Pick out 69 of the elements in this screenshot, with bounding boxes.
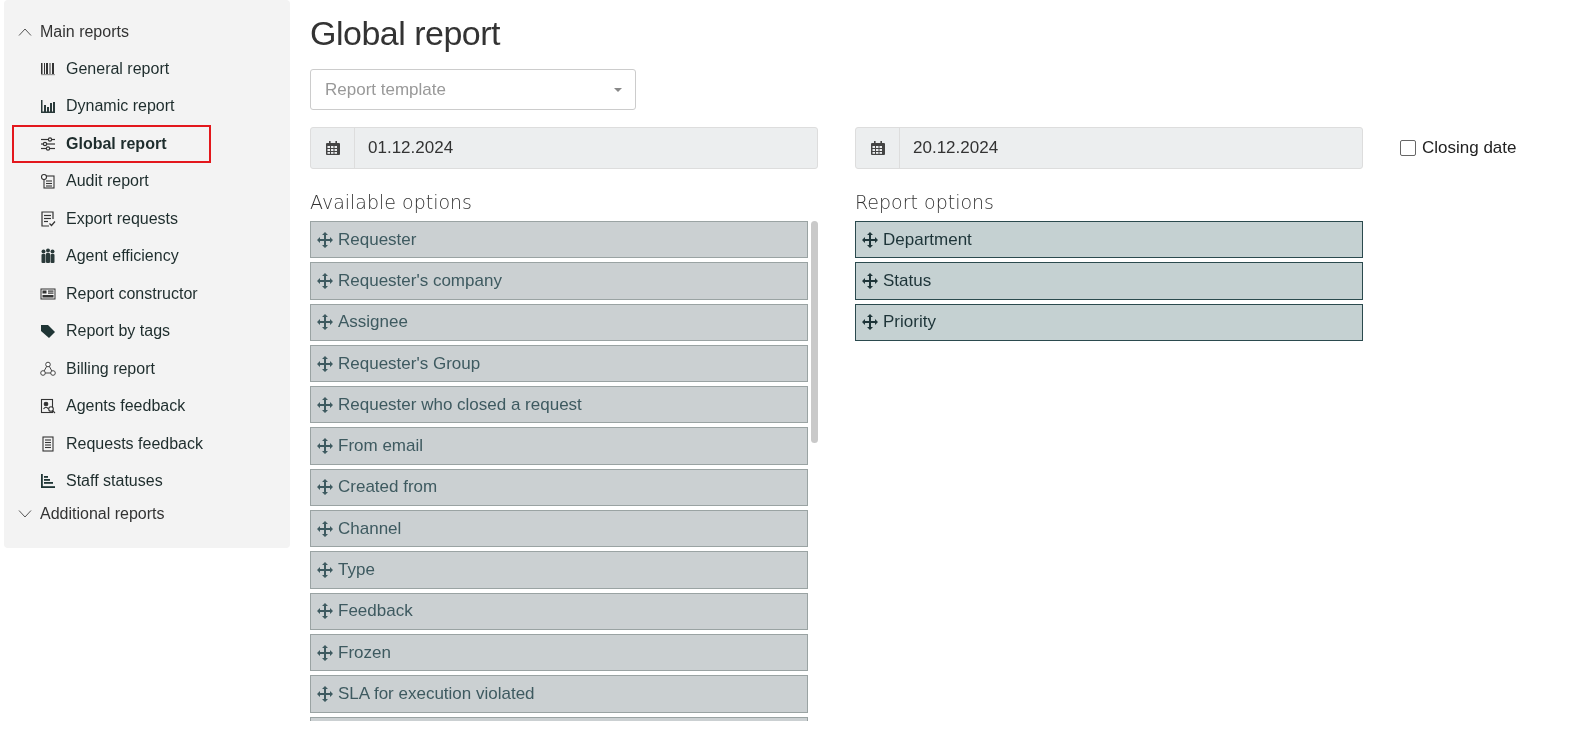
section-header[interactable]: Main reports <box>4 18 290 46</box>
move-icon <box>862 314 878 331</box>
chevron-up-icon <box>18 28 32 36</box>
sidebar-item[interactable]: Report constructor <box>12 275 210 313</box>
move-icon <box>317 479 333 496</box>
sidebar-item[interactable]: Dynamic report <box>12 87 210 125</box>
sidebar-item[interactable]: Export requests <box>12 200 210 238</box>
draggable-option[interactable]: Assignee <box>310 303 808 341</box>
section-heading: Available options <box>310 191 474 213</box>
draggable-option[interactable]: Frozen <box>310 633 808 672</box>
checkbox[interactable] <box>1400 140 1416 156</box>
caret-icon <box>614 87 622 92</box>
date-field[interactable]: 20.12.2024 <box>855 127 1363 169</box>
move-icon <box>317 355 333 372</box>
draggable-option[interactable]: Priority <box>855 303 1363 341</box>
scrollbar[interactable] <box>811 221 818 443</box>
grid-icon <box>40 285 56 302</box>
sidebar-item[interactable]: Staff statuses <box>12 462 210 500</box>
sidebar-item[interactable]: Requests feedback <box>12 425 210 463</box>
sidebar-item[interactable]: Global report <box>12 125 211 163</box>
move-icon <box>317 603 333 620</box>
page-title: Global report <box>310 14 502 53</box>
move-icon <box>317 685 333 702</box>
people-icon <box>40 248 56 265</box>
draggable-option[interactable]: Channel <box>310 510 808 548</box>
sliders-icon <box>40 135 56 152</box>
draggable-option[interactable]: Requester's company <box>310 262 808 300</box>
barcode-icon <box>40 60 56 77</box>
move-icon <box>862 231 878 248</box>
section-heading: Report options <box>855 191 995 213</box>
move-icon <box>317 644 333 661</box>
sidebar-item[interactable]: Report by tags <box>12 312 210 350</box>
move-icon <box>317 438 333 455</box>
sidebar-item[interactable]: Agents feedback <box>12 387 210 425</box>
chevron-down-icon <box>18 510 32 518</box>
move-icon <box>317 562 333 578</box>
draggable-option[interactable]: Status <box>855 262 1363 300</box>
draggable-option[interactable]: Requester who closed a request <box>310 386 808 424</box>
step-chart-icon <box>40 473 56 490</box>
move-icon <box>317 314 333 331</box>
draggable-option[interactable]: Department <box>855 221 1363 259</box>
sidebar-item[interactable]: General report <box>12 50 210 88</box>
checkbox-label: Closing date <box>1422 138 1517 158</box>
draggable-option[interactable]: Type <box>310 551 808 589</box>
checklist-icon <box>40 210 56 227</box>
nodes-icon <box>40 360 56 377</box>
move-icon <box>317 231 333 248</box>
draggable-option[interactable]: From email <box>310 427 808 465</box>
draggable-option[interactable]: Created from <box>310 468 808 507</box>
section-header[interactable]: Additional reports <box>4 500 290 528</box>
tag-icon <box>40 323 56 340</box>
list-icon <box>40 435 56 452</box>
move-icon <box>317 396 333 413</box>
sidebar-item[interactable]: Billing report <box>12 350 210 388</box>
draggable-option[interactable]: SLA for execution violated <box>310 675 808 713</box>
date-field[interactable]: 01.12.2024 <box>310 127 818 169</box>
move-icon <box>862 272 878 289</box>
profile-search-icon <box>40 398 56 415</box>
calendar-icon <box>869 140 886 156</box>
document-icon <box>40 173 56 190</box>
move-icon <box>317 520 333 537</box>
draggable-option[interactable]: Requester's Group <box>310 344 808 383</box>
sidebar-item[interactable]: Audit report <box>12 162 210 200</box>
draggable-option[interactable]: Requester <box>310 221 808 259</box>
draggable-option[interactable]: Feedback <box>310 592 808 630</box>
sidebar-item[interactable]: Agent efficiency <box>12 237 210 275</box>
calendar-icon <box>324 140 341 156</box>
bar-chart-icon <box>40 98 56 115</box>
move-icon <box>317 272 333 289</box>
